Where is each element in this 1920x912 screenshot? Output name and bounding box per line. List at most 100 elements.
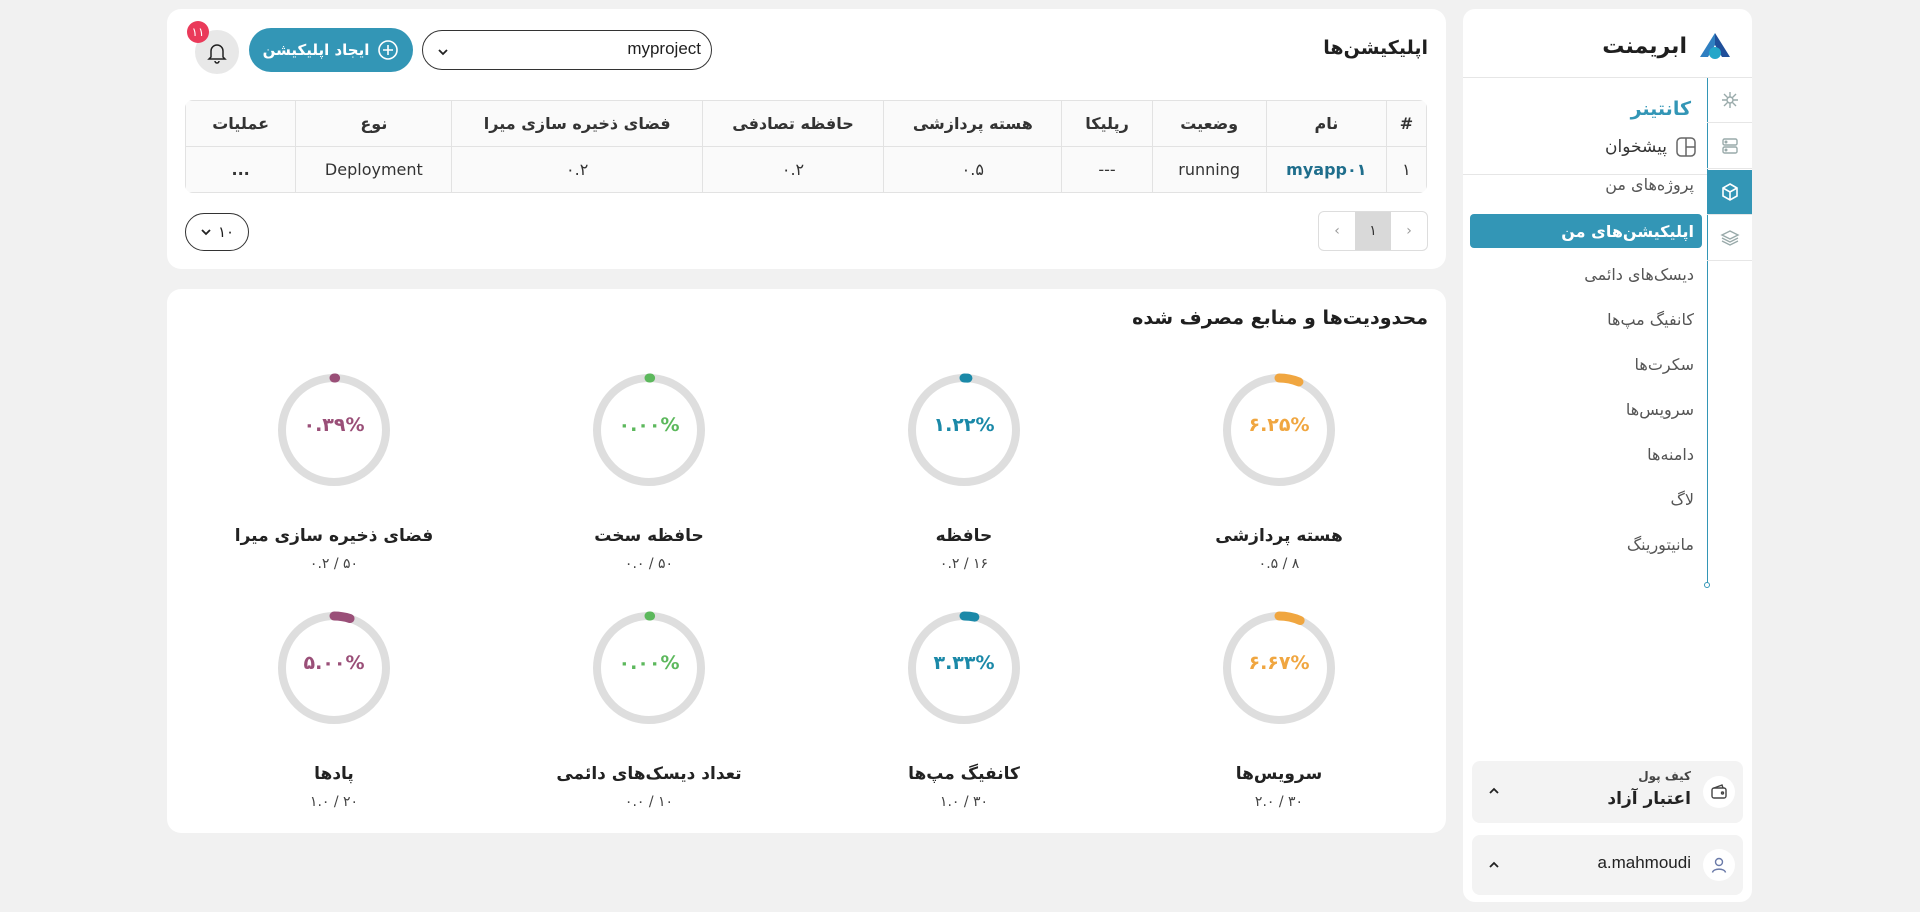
wallet-caption: کیف پول (1638, 769, 1691, 783)
gauge-persistent-disks: ۰.۰۰% تعداد دیسک‌های دائمی ۰.۰ / ۱۰ (549, 610, 749, 810)
user-panel[interactable]: a.mahmoudi (1472, 835, 1743, 895)
gauge-usage: ۰.۰ / ۵۰ (624, 556, 674, 572)
app-storage: ۰.۲ (451, 146, 703, 193)
brand[interactable]: ابریمنت (1602, 31, 1734, 61)
gauge-percent: ۶.۲۵% (1248, 414, 1310, 436)
gauge-services: ۶.۶۷% سرویس‌ها ۲.۰ / ۳۰ (1179, 610, 1379, 810)
app-replica: --- (1061, 146, 1153, 193)
pagination: ‹ ۱ › (1318, 211, 1428, 251)
rail-button-container[interactable] (1707, 170, 1752, 215)
table-header-row: # نام وضعیت رپلیکا هسته پردازشی حافظه تص… (185, 100, 1427, 147)
sidebar-item-secrets[interactable]: سکرت‌ها (1635, 355, 1694, 374)
applications-card: اپلیکیشن‌ها myproject ایجاد اپلیکیشن ۱۱ … (167, 9, 1446, 269)
gauge-label: هسته پردازشی (1215, 526, 1343, 546)
chevron-down-icon (201, 229, 211, 236)
gauge-usage: ۱.۰ / ۳۰ (939, 794, 989, 810)
rail-button-layers[interactable] (1707, 216, 1752, 261)
sidebar-item-configmaps[interactable]: کانفیگ مپ‌ها (1607, 310, 1694, 329)
gauge-label: پادها (314, 764, 354, 784)
page-size-value: ۱۰ (217, 223, 235, 241)
gauge-memory: ۱.۲۲% حافظه ۰.۲ / ۱۶ (864, 372, 1064, 572)
gauge-percent: ۰.۰۰% (618, 414, 680, 436)
gauge-configmaps: ۳.۳۳% کانفیگ مپ‌ها ۱.۰ / ۳۰ (864, 610, 1064, 810)
app-type: Deployment (295, 146, 453, 193)
dashboard-link[interactable]: پیشخوان (1605, 136, 1697, 158)
chevron-up-icon[interactable] (1488, 785, 1500, 797)
sidebar-item-monitoring[interactable]: مانیتورینگ (1627, 535, 1694, 554)
page-size-select[interactable]: ۱۰ (185, 213, 249, 251)
kubernetes-icon (1721, 92, 1738, 108)
brand-logo-icon (1700, 33, 1730, 59)
notification-badge: ۱۱ (187, 21, 209, 43)
user-icon (1703, 849, 1735, 881)
project-select-value: myproject (627, 39, 701, 58)
project-select[interactable]: myproject (422, 30, 712, 70)
column-header: وضعیت (1151, 100, 1267, 147)
gauge-pods: ۵.۰۰% پادها ۱.۰ / ۲۰ (234, 610, 434, 810)
column-header: عملیات (185, 100, 297, 147)
gauge-percent: ۰.۰۰% (618, 652, 680, 674)
gauge-label: حافظه (935, 526, 993, 546)
pagination-current-page[interactable]: ۱ (1355, 212, 1391, 250)
row-index: ۱ (1385, 146, 1427, 193)
pagination-next[interactable]: › (1319, 212, 1355, 250)
box-icon (1721, 183, 1738, 201)
rail-button-server[interactable] (1707, 124, 1752, 169)
row-actions-button[interactable]: ... (185, 146, 297, 193)
sidebar-item-persistent-disks[interactable]: دیسک‌های دائمی (1584, 265, 1694, 284)
gauge-percent: ۳.۳۳% (933, 652, 995, 674)
wallet-panel[interactable]: کیف پول اعتبار آزاد (1472, 761, 1743, 823)
app-memory: ۰.۲ (701, 146, 885, 193)
column-header: هسته پردازشی (883, 100, 1063, 147)
sidebar-item-projects[interactable]: پروژه‌های من (1605, 175, 1694, 194)
gauge-hard-memory: ۰.۰۰% حافظه سخت ۰.۰ / ۵۰ (549, 372, 749, 572)
rail-end-dot (1704, 582, 1710, 588)
chevron-down-icon (438, 49, 448, 56)
table-row[interactable]: ۱ myapp۰۱ running --- ۰.۵ ۰.۲ ۰.۲ Deploy… (185, 146, 1427, 193)
app-status: running (1151, 146, 1267, 193)
gauge-percent: ۰.۳۹% (303, 414, 365, 436)
gauge-cpu: ۶.۲۵% هسته پردازشی ۰.۵ / ۸ (1179, 372, 1379, 572)
usage-card: محدودیت‌ها و منابع مصرف شده ۶.۲۵% هسته پ… (167, 289, 1446, 833)
chevron-up-icon[interactable] (1488, 859, 1500, 871)
sidebar: ابریمنت کان (1463, 9, 1752, 902)
pagination-prev[interactable]: ‹ (1391, 212, 1427, 250)
sidebar-item-domains[interactable]: دامنه‌ها (1647, 445, 1694, 464)
page-title: اپلیکیشن‌ها (1323, 37, 1428, 59)
gauge-percent: ۵.۰۰% (303, 652, 365, 674)
applications-table: # نام وضعیت رپلیکا هسته پردازشی حافظه تص… (185, 100, 1427, 193)
wallet-value: اعتبار آزاد (1607, 789, 1691, 809)
gauge-label: فضای ذخیره سازی میرا (234, 526, 434, 546)
sidebar-item-applications[interactable]: اپلیکیشن‌های من (1470, 214, 1702, 248)
sidebar-item-services[interactable]: سرویس‌ها (1626, 400, 1694, 419)
wallet-icon (1703, 776, 1735, 808)
gauge-usage: ۲.۰ / ۳۰ (1254, 794, 1304, 810)
app-cpu: ۰.۵ (883, 146, 1063, 193)
create-application-button[interactable]: ایجاد اپلیکیشن (249, 28, 413, 72)
gauge-percent: ۶.۶۷% (1248, 652, 1310, 674)
gauge-label: تعداد دیسک‌های دائمی (556, 764, 742, 784)
column-header: فضای ذخیره سازی میرا (451, 100, 703, 147)
server-icon (1721, 138, 1738, 154)
usage-title: محدودیت‌ها و منابع مصرف شده (1132, 307, 1428, 329)
dashboard-icon (1676, 137, 1696, 157)
gauge-usage: ۰.۲ / ۵۰ (309, 556, 359, 572)
layers-icon (1719, 230, 1740, 246)
sidebar-item-logs[interactable]: لاگ (1671, 490, 1694, 509)
gauge-usage: ۰.۰ / ۱۰ (624, 794, 674, 810)
gauge-usage: ۱.۰ / ۲۰ (309, 794, 359, 810)
brand-name: ابریمنت (1602, 33, 1687, 59)
gauge-usage: ۰.۵ / ۸ (1258, 556, 1300, 572)
gauge-usage: ۰.۲ / ۱۶ (939, 556, 989, 572)
column-header: رپلیکا (1061, 100, 1153, 147)
column-header: # (1385, 100, 1427, 147)
plus-circle-icon (378, 40, 399, 60)
bell-icon (207, 44, 227, 64)
sidebar-rail (1704, 78, 1752, 588)
rail-button-kubernetes[interactable] (1707, 78, 1752, 123)
dashboard-label: پیشخوان (1605, 137, 1667, 157)
app-name-link[interactable]: myapp۰۱ (1265, 146, 1387, 193)
gauge-label: سرویس‌ها (1235, 764, 1323, 784)
gauge-label: کانفیگ مپ‌ها (908, 764, 1020, 784)
user-name: a.mahmoudi (1597, 853, 1691, 872)
